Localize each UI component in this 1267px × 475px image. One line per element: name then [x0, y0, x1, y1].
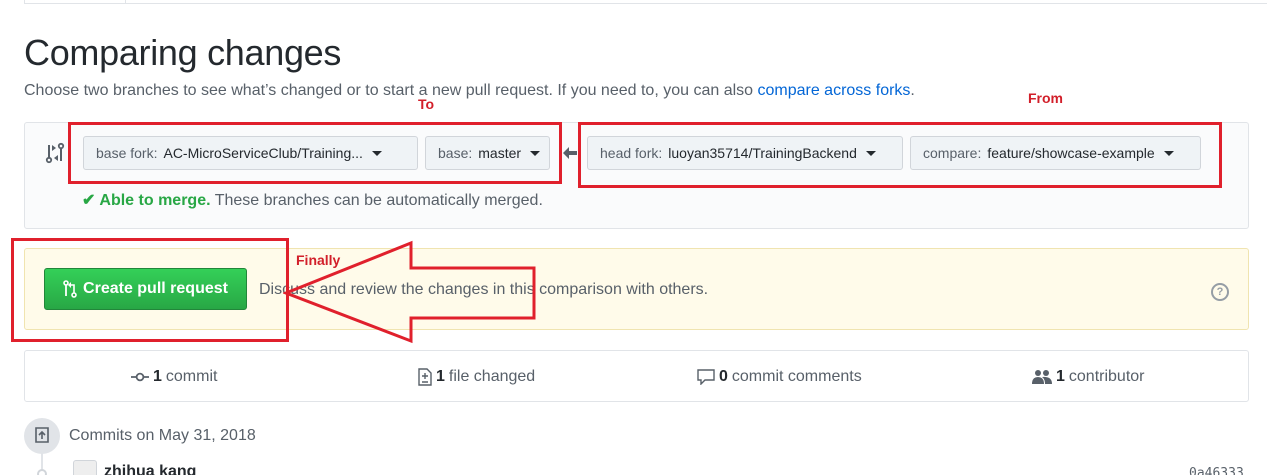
git-commit-icon — [131, 372, 149, 382]
page-subtitle: Choose two branches to see what’s change… — [24, 82, 915, 100]
commits-count: 1 — [153, 368, 162, 385]
page-title: Comparing changes — [24, 32, 342, 73]
commit-author[interactable]: zhihua kang — [104, 463, 196, 475]
compare-across-forks-link[interactable]: compare across forks — [757, 82, 910, 99]
merge-status: ✔ Able to merge. These branches can be au… — [82, 190, 543, 210]
stat-files[interactable]: 1 file changed — [418, 368, 535, 386]
merge-status-detail: These branches can be automatically merg… — [210, 192, 543, 209]
comment-icon — [697, 369, 715, 385]
stat-comments[interactable]: 0 commit comments — [697, 368, 862, 386]
commits-header-icon — [24, 418, 60, 454]
tab-remnant — [24, 0, 126, 4]
commit-dot — [37, 469, 47, 475]
annotation-box-from — [578, 122, 1222, 188]
files-count: 1 — [436, 368, 445, 385]
commits-date-header: Commits on May 31, 2018 — [69, 427, 256, 444]
stat-commits[interactable]: 1 commit — [131, 368, 217, 386]
commit-sha[interactable]: 0a46333 — [1189, 466, 1244, 475]
people-icon — [1032, 370, 1052, 384]
comments-count: 0 — [719, 368, 728, 385]
merge-status-ok: Able to merge. — [99, 192, 211, 209]
file-diff-icon — [418, 368, 432, 386]
contributors-count: 1 — [1056, 368, 1065, 385]
divider — [126, 3, 1267, 4]
check-icon: ✔ — [82, 192, 96, 209]
annotation-box-finally — [11, 238, 289, 342]
annotation-box-to — [68, 122, 562, 184]
comments-label: commit comments — [731, 368, 862, 385]
annotation-label-to: To — [418, 96, 435, 112]
annotation-label-from: From — [1028, 90, 1063, 106]
avatar[interactable] — [73, 460, 97, 475]
arrow-left-icon — [563, 147, 577, 159]
files-label: file changed — [448, 368, 536, 385]
subtitle-text: Choose two branches to see what’s change… — [24, 82, 758, 99]
commits-label: commit — [165, 368, 218, 385]
annotation-arrow-icon — [283, 240, 536, 344]
repo-push-icon — [35, 427, 49, 443]
git-compare-icon — [45, 142, 65, 164]
question-icon[interactable]: ? — [1211, 283, 1229, 301]
subtitle-end: . — [910, 82, 915, 99]
stat-contributors[interactable]: 1 contributor — [1032, 368, 1145, 386]
contributors-label: contributor — [1068, 368, 1145, 385]
